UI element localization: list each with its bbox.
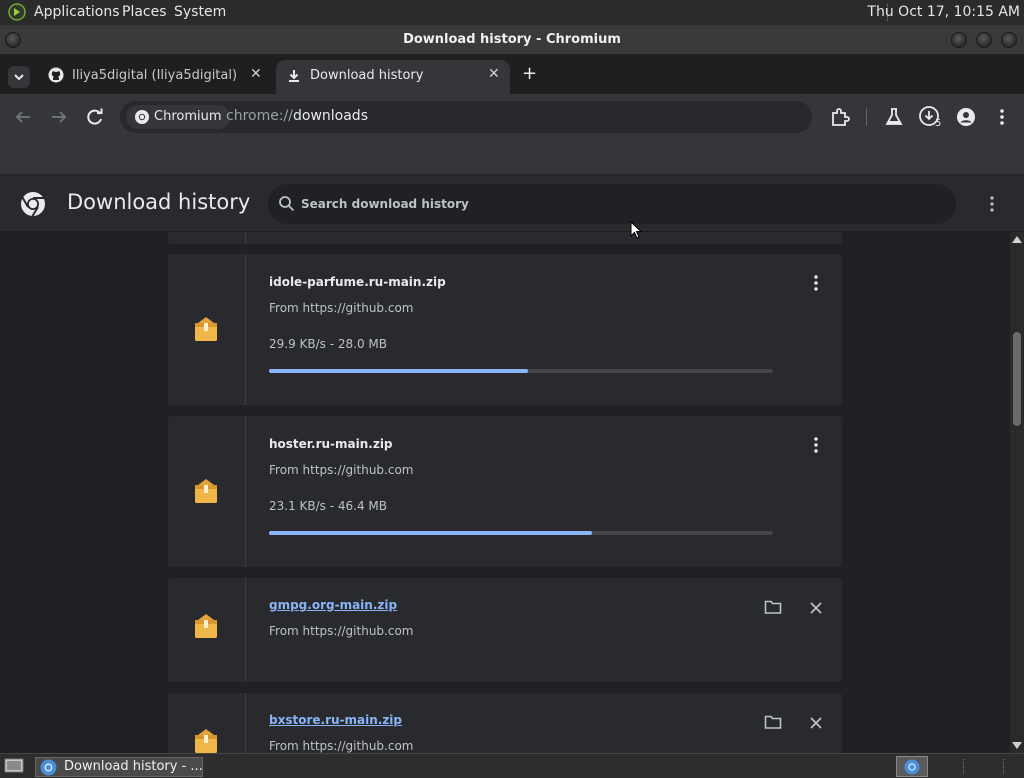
page-more-options-icon[interactable] [982, 194, 1002, 214]
profile-avatar-icon[interactable] [955, 106, 977, 128]
maximize-button[interactable] [976, 32, 992, 48]
file-source: From https://github.com [269, 624, 414, 638]
reload-icon[interactable] [84, 106, 106, 128]
window-title: Download history - Chromium [403, 32, 621, 47]
progress-bar [269, 531, 773, 535]
progress-bar [269, 369, 773, 373]
clock[interactable]: Thu Oct 17, 10:15 AM [867, 4, 1020, 20]
forward-icon[interactable] [48, 106, 70, 128]
scroll-up-arrow-icon[interactable] [1012, 235, 1022, 243]
taskbar-window-label: Download history - ... [64, 759, 203, 774]
desktop-top-panel: Applications Places System Thu Oct 17, 1… [0, 0, 1024, 25]
workspace-switcher[interactable] [896, 756, 928, 777]
file-source: From https://github.com [269, 739, 414, 753]
window-menu-button[interactable] [5, 32, 21, 48]
file-name: idole-parfume.ru-main.zip [269, 275, 446, 289]
chromium-icon [40, 759, 57, 776]
menu-places[interactable]: Places [122, 4, 167, 20]
scroll-down-arrow-icon[interactable] [1012, 742, 1022, 750]
more-options-icon[interactable] [991, 106, 1013, 128]
window-titlebar[interactable]: Download history - Chromium [0, 25, 1024, 54]
address-bar[interactable]: Chromium chrome://downloads [120, 101, 812, 133]
download-item: hoster.ru-main.zip From https://github.c… [168, 416, 842, 567]
archive-file-icon [195, 729, 217, 753]
download-item-partial [168, 232, 842, 244]
downloads-header: Download history [0, 176, 1024, 232]
chromium-logo-icon [21, 192, 45, 217]
close-tab-icon[interactable]: ✕ [488, 66, 500, 82]
archive-file-icon [195, 317, 217, 341]
divider [245, 232, 246, 244]
download-status: 23.1 KB/s - 46.4 MB [269, 499, 388, 513]
file-source: From https://github.com [269, 463, 414, 477]
url-host: downloads [293, 108, 368, 124]
file-name-link[interactable]: bxstore.ru-main.zip [269, 713, 402, 727]
page-scrollbar[interactable] [1010, 232, 1024, 753]
show-in-folder-icon[interactable] [764, 714, 782, 730]
search-input[interactable] [301, 194, 901, 214]
search-box[interactable] [268, 184, 956, 224]
tab-search-icon[interactable] [8, 66, 30, 88]
downloads-list: idole-parfume.ru-main.zip From https://g… [0, 232, 1010, 753]
menu-applications[interactable]: Applications [34, 4, 120, 20]
tab-title: Iliya5digital (Iliya5digital) / Re [72, 68, 238, 83]
extensions-icon[interactable] [829, 106, 851, 128]
tab-strip: Iliya5digital (Iliya5digital) / Re ✕ Dow… [0, 54, 1024, 94]
scrollbar-thumb[interactable] [1013, 332, 1021, 426]
close-tab-icon[interactable]: ✕ [250, 66, 262, 82]
page-title: Download history [67, 190, 251, 214]
downloads-count-badge: 5 [935, 118, 942, 129]
divider [245, 693, 246, 753]
archive-file-icon [195, 614, 217, 638]
gnome-foot-icon[interactable] [8, 3, 26, 21]
toolbar-separator [866, 108, 867, 126]
toolbar-extension-area [0, 140, 1024, 175]
show-in-folder-icon[interactable] [764, 599, 782, 615]
show-desktop-icon[interactable] [4, 757, 24, 775]
file-source: From https://github.com [269, 301, 414, 315]
back-icon[interactable] [12, 106, 34, 128]
minimize-button[interactable] [951, 32, 967, 48]
download-icon [289, 70, 299, 82]
progress-fill [269, 531, 592, 535]
taskbar-separator [963, 759, 964, 774]
divider [245, 416, 246, 567]
new-tab-button[interactable]: + [522, 63, 537, 84]
github-icon [48, 67, 64, 83]
mouse-cursor-icon [630, 221, 642, 239]
tab-download-history[interactable]: Download history ✕ [276, 60, 510, 94]
url-scheme: chrome:// [226, 108, 293, 124]
tab-github[interactable]: Iliya5digital (Iliya5digital) / Re ✕ [40, 60, 272, 94]
menu-system[interactable]: System [174, 4, 226, 20]
download-item: bxstore.ru-main.zip From https://github.… [168, 693, 842, 753]
download-status: 29.9 KB/s - 28.0 MB [269, 337, 388, 351]
taskbar-window-button[interactable]: Download history - ... [35, 757, 203, 777]
chromium-icon [904, 759, 920, 775]
file-name-link[interactable]: gmpg.org-main.zip [269, 598, 397, 612]
site-info-chip[interactable]: Chromium [126, 105, 230, 129]
url-text[interactable]: chrome://downloads [226, 108, 368, 124]
remove-item-icon[interactable] [809, 716, 823, 730]
divider [245, 254, 246, 405]
search-icon [279, 196, 295, 212]
divider [245, 578, 246, 682]
item-more-options-icon[interactable] [808, 435, 824, 455]
tab-title: Download history [310, 68, 424, 83]
download-item: gmpg.org-main.zip From https://github.co… [168, 578, 842, 682]
desktop-taskbar: Download history - ... [0, 753, 1024, 778]
download-item: idole-parfume.ru-main.zip From https://g… [168, 254, 842, 405]
file-name: hoster.ru-main.zip [269, 437, 393, 451]
progress-fill [269, 369, 528, 373]
site-chip-label: Chromium [154, 109, 222, 124]
close-window-button[interactable] [1001, 32, 1017, 48]
archive-file-icon [195, 479, 217, 503]
taskbar-separator [1003, 759, 1004, 774]
item-more-options-icon[interactable] [808, 273, 824, 293]
labs-flask-icon[interactable] [883, 106, 905, 128]
chromium-icon [135, 110, 149, 124]
remove-item-icon[interactable] [809, 601, 823, 615]
